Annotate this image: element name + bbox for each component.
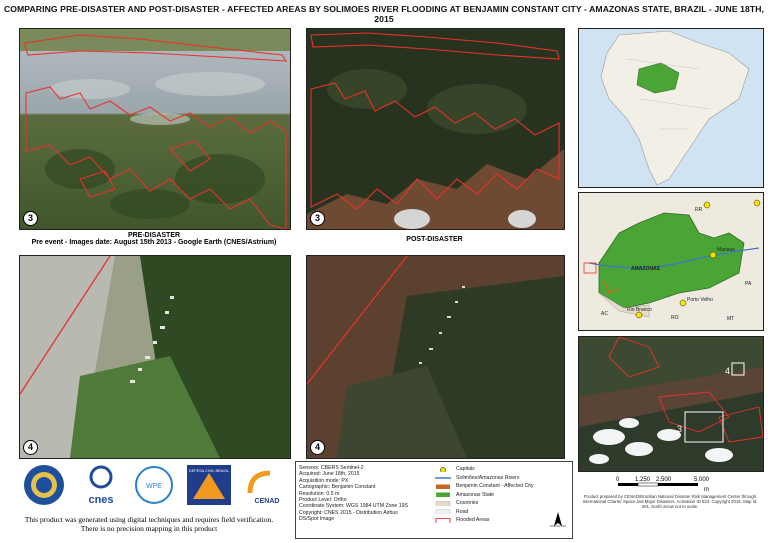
scale-bar: 0 1.250 2.500 5.000 m <box>580 474 762 494</box>
state-label-ro: RO <box>671 315 679 321</box>
legend-item-city: Benjamin Constant - Affected City <box>432 482 570 491</box>
panel-number-badge: 4 <box>310 440 325 455</box>
affected-city-icon <box>436 484 450 489</box>
isdr-logo <box>22 463 66 507</box>
legend-info: Sensors: CBERS Sentinel-2 Acquired: June… <box>299 465 427 523</box>
scale-tick-5000: 5.000 <box>694 477 710 483</box>
post-disaster-image-4 <box>307 256 564 458</box>
wpe-logo: WPE <box>132 463 176 507</box>
disclaimer: This product was generated using digital… <box>14 515 284 533</box>
legend-item-capitals: Capitals <box>432 465 570 474</box>
logo-text-cenad: CENAD <box>255 498 280 505</box>
pre-disaster-image-3 <box>20 29 290 229</box>
scale-tick-1250: 1.250 <box>635 477 651 483</box>
scale-tick-0: 0 <box>616 477 620 483</box>
logo-strip: cnes WPE DEFESA CIVIL BRASIL CENAD <box>20 463 292 507</box>
index-box-label-3: 3 <box>677 424 682 434</box>
capital-icon <box>440 466 446 472</box>
index-map-image: 4 3 <box>579 337 763 471</box>
logo-text-defesa: DEFESA CIVIL BRASIL <box>189 469 229 473</box>
post-disaster-image-3: ––– <box>307 29 564 229</box>
legend-box: Sensors: CBERS Sentinel-2 Acquired: June… <box>295 461 573 539</box>
state-label-pa: PA <box>745 281 752 287</box>
credits-text: Product prepared by CENAD/Brazilian Nati… <box>582 494 758 510</box>
state-label-rr: RR <box>695 207 703 213</box>
legend-item-state: Amazonas State <box>432 491 570 500</box>
south-america-map-image <box>579 29 763 187</box>
pre-disaster-panel-4[interactable]: 4 <box>19 255 291 459</box>
panel-number-badge: 3 <box>23 211 38 226</box>
state-label-ac: AC <box>601 311 608 317</box>
river-icon <box>435 477 451 479</box>
post-disaster-heading: POST-DISASTER <box>406 236 463 243</box>
south-america-locator-map[interactable] <box>578 28 764 188</box>
post-disaster-panel-4[interactable]: 4 <box>306 255 565 459</box>
defesa-civil-logo: DEFESA CIVIL BRASIL <box>185 463 233 507</box>
logo-text-wpe: WPE <box>146 483 162 490</box>
scale-tick-2500: 2.500 <box>656 477 672 483</box>
countries-fill-icon <box>435 500 451 506</box>
amazonas-state-map[interactable]: AMAZONAS PA MT RO AC RR Manaus Porto Vel… <box>578 192 764 331</box>
city-label-porto-velho: Porto Velho <box>687 297 713 303</box>
pre-disaster-heading: PRE-DISASTER <box>127 232 181 239</box>
road-icon <box>435 509 451 514</box>
disclaimer-line-1: This product was generated using digital… <box>24 515 274 524</box>
legend-item-rivers: Solimões/Amazonas Rivers <box>432 474 570 483</box>
city-label-rio-branco: Rio Branco <box>627 307 652 313</box>
north-arrow-icon <box>550 512 566 527</box>
pre-disaster-caption: PRE-DISASTER Pre event - Images date: Au… <box>19 232 289 246</box>
index-map[interactable]: 4 3 <box>578 336 764 472</box>
legend-info-line: DS/Spot Image <box>299 516 335 523</box>
legend-item-countries: Countries <box>432 499 570 508</box>
panel-number-badge: 4 <box>23 440 38 455</box>
state-label-mt: MT <box>727 316 734 322</box>
pre-disaster-image-date: Pre event - Images date: August 15th 201… <box>31 239 277 246</box>
scale-unit: m <box>704 487 709 493</box>
index-box-label-4: 4 <box>725 366 730 376</box>
state-label-amazonas: AMAZONAS <box>631 266 661 272</box>
logo-text-cnes: cnes <box>88 494 113 506</box>
flooded-area-icon <box>435 517 451 523</box>
cnes-logo: cnes <box>78 463 124 507</box>
post-disaster-panel-3[interactable]: ––– 3 <box>306 28 565 230</box>
pre-disaster-image-4 <box>20 256 290 458</box>
amazonas-state-map-image: AMAZONAS PA MT RO AC RR Manaus Porto Vel… <box>579 193 763 330</box>
panel-number-badge: 3 <box>310 211 325 226</box>
city-label-manaus: Manaus <box>717 247 735 253</box>
pre-disaster-panel-3[interactable]: 3 <box>19 28 291 230</box>
state-fill-icon <box>436 492 450 497</box>
disclaimer-line-2: There is no precision mapping in this pr… <box>80 524 218 533</box>
map-title: COMPARING PRE-DISASTER AND POST-DISASTER… <box>3 4 765 24</box>
legend-info-line: Coordinate System: WGS 1984 UTM Zone 19S <box>299 503 408 510</box>
cenad-logo: CENAD <box>242 463 288 507</box>
